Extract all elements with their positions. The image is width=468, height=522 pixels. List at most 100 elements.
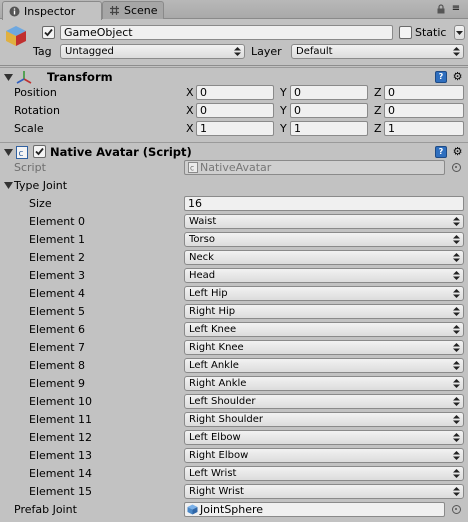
tab-inspector[interactable]: Inspector [2,1,102,20]
element-dropdown[interactable]: Left Elbow [184,430,464,445]
dropdown-arrows-icon [453,451,460,460]
object-picker-icon[interactable] [452,163,461,172]
dropdown-arrows-icon [453,235,460,244]
element-dropdown[interactable]: Torso [184,232,464,247]
element-dropdown[interactable]: Right Shoulder [184,412,464,427]
gear-icon[interactable]: ⚙ [451,70,464,83]
dropdown-arrows-icon [453,433,460,442]
element-dropdown[interactable]: Left Hip [184,286,464,301]
prefab-joint-value: JointSphere [200,503,264,516]
element-label: Element 12 [29,431,93,444]
foldout-arrow-icon[interactable] [4,73,13,82]
dropdown-arrows-icon [453,397,460,406]
element-value: Left Shoulder [189,396,256,407]
element-label: Element 10 [29,395,93,408]
axis-z-label[interactable]: Z [374,85,382,100]
tab-scene[interactable]: Scene [102,1,164,19]
element-label: Element 3 [29,269,86,282]
axis-y-label[interactable]: Y [280,121,287,136]
element-value: Waist [189,216,217,227]
element-dropdown[interactable]: Left Wrist [184,466,464,481]
object-name-input[interactable]: GameObject [60,25,393,40]
element-dropdown[interactable]: Head [184,268,464,283]
element-label: Element 7 [29,341,86,354]
help-icon[interactable]: ? [435,146,447,158]
element-value: Left Wrist [189,468,237,479]
element-value: Right Hip [189,306,236,317]
tag-label: Tag [33,45,52,58]
transform-header[interactable]: Transform ? ⚙ [0,67,468,85]
axis-x-label[interactable]: X [186,121,194,136]
element-label: Element 4 [29,287,86,300]
dropdown-arrows-icon [453,271,460,280]
script-field[interactable]: c NativeAvatar [184,160,445,175]
element-value: Left Ankle [189,360,239,371]
dropdown-arrows-icon [453,469,460,478]
lock-icon[interactable] [436,4,446,14]
type-joint-label[interactable]: Type Joint [14,178,67,193]
object-picker-icon[interactable] [452,505,461,514]
transform-row-label: Position [14,86,57,99]
dropdown-arrows-icon [453,253,460,262]
script-enabled-checkbox[interactable] [33,145,46,158]
menu-icon[interactable]: ≡ [450,3,462,15]
transform-y-input[interactable]: 0 [290,85,368,100]
transform-y-input[interactable]: 1 [290,121,368,136]
axis-z-label[interactable]: Z [374,121,382,136]
native-avatar-header[interactable]: c Native Avatar (Script) ? ⚙ [0,142,468,160]
element-dropdown[interactable]: Left Shoulder [184,394,464,409]
element-dropdown[interactable]: Right Ankle [184,376,464,391]
static-checkbox[interactable] [399,26,412,39]
element-label: Element 9 [29,377,86,390]
axis-z-label[interactable]: Z [374,103,382,118]
dropdown-arrows-icon [453,289,460,298]
dropdown-arrows-icon [453,487,460,496]
native-avatar-title: Native Avatar (Script) [50,145,192,159]
element-dropdown[interactable]: Left Knee [184,322,464,337]
transform-z-input[interactable]: 1 [384,121,464,136]
static-label: Static [415,26,447,39]
layer-value: Default [296,46,333,57]
transform-title: Transform [47,70,113,84]
static-dropdown[interactable] [454,25,465,40]
gear-icon[interactable]: ⚙ [451,145,464,158]
foldout-arrow-icon[interactable] [4,181,13,190]
transform-z-input[interactable]: 0 [384,85,464,100]
transform-x-input[interactable]: 0 [196,85,274,100]
element-label: Element 11 [29,413,93,426]
transform-x-input[interactable]: 1 [196,121,274,136]
dropdown-arrows-icon [453,325,460,334]
active-checkbox[interactable] [42,26,55,39]
tab-inspector-label: Inspector [24,4,76,18]
transform-x-input[interactable]: 0 [196,103,274,118]
element-label: Element 5 [29,305,86,318]
prefab-joint-field[interactable]: JointSphere [184,502,445,517]
size-input[interactable]: 16 [184,196,464,211]
element-value: Right Shoulder [189,414,264,425]
prefab-icon [187,504,198,515]
axis-y-label[interactable]: Y [280,85,287,100]
axis-x-label[interactable]: X [186,103,194,118]
help-icon[interactable]: ? [435,71,447,83]
element-dropdown[interactable]: Right Hip [184,304,464,319]
axis-y-label[interactable]: Y [280,103,287,118]
foldout-arrow-icon[interactable] [4,148,13,157]
layer-dropdown[interactable]: Default [291,44,464,59]
element-dropdown[interactable]: Right Knee [184,340,464,355]
axis-x-label[interactable]: X [186,85,194,100]
transform-row-label: Rotation [14,104,61,117]
transform-z-input[interactable]: 0 [384,103,464,118]
dropdown-arrows-icon [453,379,460,388]
element-dropdown[interactable]: Left Ankle [184,358,464,373]
element-dropdown[interactable]: Waist [184,214,464,229]
dropdown-arrows-icon [453,217,460,226]
element-dropdown[interactable]: Right Elbow [184,448,464,463]
element-value: Right Wrist [189,486,244,497]
element-dropdown[interactable]: Neck [184,250,464,265]
grid-icon [109,5,120,16]
transform-y-input[interactable]: 0 [290,103,368,118]
script-label: Script [14,161,46,174]
element-label: Element 6 [29,323,86,336]
element-dropdown[interactable]: Right Wrist [184,484,464,499]
tag-dropdown[interactable]: Untagged [60,44,245,59]
